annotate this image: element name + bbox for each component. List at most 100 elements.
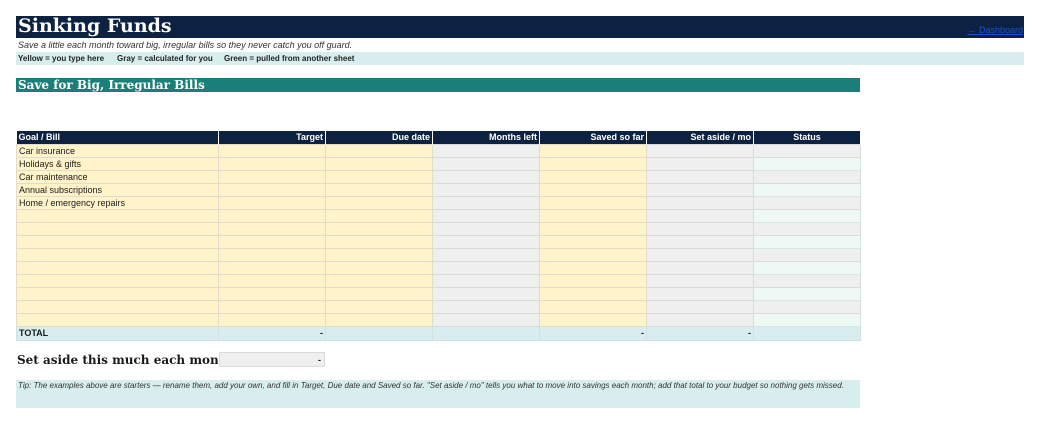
goal-cell[interactable] <box>16 248 219 262</box>
column-header: Status <box>753 131 861 145</box>
saved-cell[interactable] <box>539 274 647 288</box>
monthly-savings-label: Set aside this much each month <box>17 353 218 367</box>
target-cell[interactable] <box>218 170 326 184</box>
goal-cell[interactable]: Car maintenance <box>16 170 219 184</box>
due-date-cell[interactable] <box>325 274 433 288</box>
table-row: Car maintenance <box>16 170 861 184</box>
months-left-cell <box>432 196 540 210</box>
due-date-cell[interactable] <box>325 209 433 223</box>
set-aside-cell <box>646 287 754 301</box>
due-date-cell[interactable] <box>325 157 433 171</box>
target-cell[interactable] <box>218 157 326 171</box>
target-cell[interactable] <box>218 274 326 288</box>
saved-cell[interactable] <box>539 144 647 158</box>
goal-cell[interactable] <box>16 300 219 314</box>
saved-cell[interactable] <box>539 183 647 197</box>
target-cell[interactable] <box>218 209 326 223</box>
due-date-cell[interactable] <box>325 144 433 158</box>
due-date-cell[interactable] <box>325 170 433 184</box>
sheet-title-bar: Sinking Funds ← Dashboard <box>16 15 1024 38</box>
color-legend: Yellow = you type here Gray = calculated… <box>16 52 1024 65</box>
total-set-aside: - <box>646 326 754 341</box>
due-date-cell[interactable] <box>325 287 433 301</box>
saved-cell[interactable] <box>539 209 647 223</box>
saved-cell[interactable] <box>539 196 647 210</box>
tip-box: Tip: The examples above are starters — r… <box>16 380 860 408</box>
goal-cell[interactable] <box>16 287 219 301</box>
table-row <box>16 222 861 236</box>
set-aside-cell <box>646 222 754 236</box>
goal-cell[interactable]: Annual subscriptions <box>16 183 219 197</box>
goal-cell[interactable] <box>16 274 219 288</box>
target-cell[interactable] <box>218 248 326 262</box>
status-cell <box>753 144 861 158</box>
set-aside-cell <box>646 209 754 223</box>
saved-cell[interactable] <box>539 248 647 262</box>
saved-cell[interactable] <box>539 300 647 314</box>
table-row: Car insurance <box>16 144 861 158</box>
section-title: Save for Big, Irregular Bills <box>18 78 205 92</box>
dashboard-link[interactable]: ← Dashboard <box>967 24 1023 36</box>
total-target: - <box>218 326 326 341</box>
target-cell[interactable] <box>218 235 326 249</box>
column-header: Due date <box>325 131 433 145</box>
saved-cell[interactable] <box>539 287 647 301</box>
table-row <box>16 209 861 223</box>
legend-green: Green = pulled from another sheet <box>224 54 355 63</box>
goal-cell[interactable] <box>16 313 219 327</box>
status-cell <box>753 183 861 197</box>
due-date-cell[interactable] <box>325 261 433 275</box>
target-cell[interactable] <box>218 196 326 210</box>
months-left-cell <box>432 313 540 327</box>
set-aside-cell <box>646 144 754 158</box>
total-status <box>753 326 861 341</box>
goal-cell[interactable] <box>16 235 219 249</box>
due-date-cell[interactable] <box>325 183 433 197</box>
goal-cell[interactable]: Home / emergency repairs <box>16 196 219 210</box>
table-row: Annual subscriptions <box>16 183 861 197</box>
legend-gray: Gray = calculated for you <box>117 54 213 63</box>
months-left-cell <box>432 222 540 236</box>
saved-cell[interactable] <box>539 313 647 327</box>
set-aside-cell <box>646 300 754 314</box>
saved-cell[interactable] <box>539 222 647 236</box>
target-cell[interactable] <box>218 144 326 158</box>
months-left-cell <box>432 209 540 223</box>
target-cell[interactable] <box>218 300 326 314</box>
target-cell[interactable] <box>218 222 326 236</box>
set-aside-cell <box>646 248 754 262</box>
due-date-cell[interactable] <box>325 196 433 210</box>
sheet-subtitle: Save a little each month toward big, irr… <box>18 40 353 50</box>
total-row: TOTAL - - - <box>16 326 861 341</box>
saved-cell[interactable] <box>539 157 647 171</box>
status-cell <box>753 222 861 236</box>
goal-cell[interactable] <box>16 209 219 223</box>
target-cell[interactable] <box>218 183 326 197</box>
due-date-cell[interactable] <box>325 313 433 327</box>
due-date-cell[interactable] <box>325 235 433 249</box>
table-row <box>16 313 861 327</box>
target-cell[interactable] <box>218 261 326 275</box>
goal-cell[interactable] <box>16 261 219 275</box>
table-row <box>16 300 861 314</box>
set-aside-cell <box>646 170 754 184</box>
due-date-cell[interactable] <box>325 222 433 236</box>
goal-cell[interactable]: Car insurance <box>16 144 219 158</box>
set-aside-cell <box>646 157 754 171</box>
section-header: Save for Big, Irregular Bills <box>16 78 860 92</box>
due-date-cell[interactable] <box>325 300 433 314</box>
tip-text: Tip: The examples above are starters — r… <box>18 381 844 390</box>
goal-cell[interactable]: Holidays & gifts <box>16 157 219 171</box>
set-aside-cell <box>646 274 754 288</box>
set-aside-cell <box>646 261 754 275</box>
target-cell[interactable] <box>218 287 326 301</box>
status-cell <box>753 209 861 223</box>
saved-cell[interactable] <box>539 261 647 275</box>
due-date-cell[interactable] <box>325 248 433 262</box>
target-cell[interactable] <box>218 313 326 327</box>
saved-cell[interactable] <box>539 170 647 184</box>
table-row <box>16 235 861 249</box>
table-row: Home / emergency repairs <box>16 196 861 210</box>
saved-cell[interactable] <box>539 235 647 249</box>
goal-cell[interactable] <box>16 222 219 236</box>
